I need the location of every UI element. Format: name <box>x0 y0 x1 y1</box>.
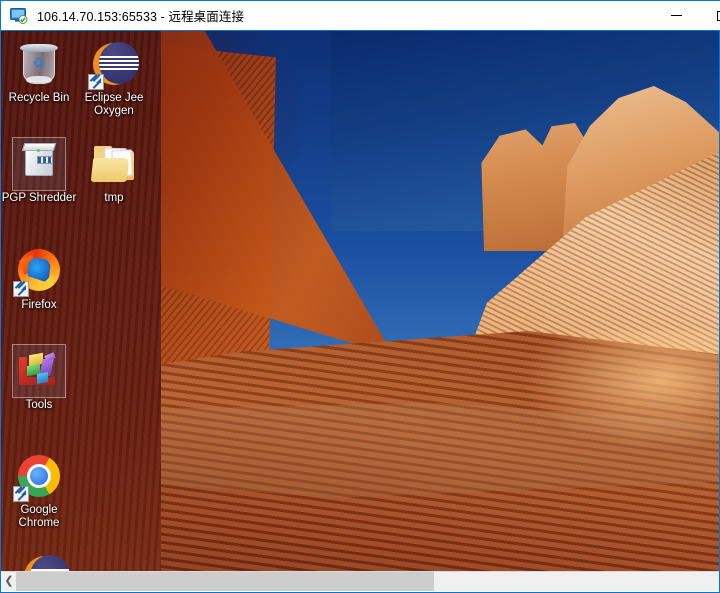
desktop-icon-tools[interactable]: Tools <box>1 344 77 412</box>
remote-desktop-icon <box>10 7 28 24</box>
window-title: 106.14.70.153:65533 - 远程桌面连接 <box>37 10 245 24</box>
google-chrome-icon <box>13 450 65 502</box>
tools-icon <box>12 344 66 398</box>
window-titlebar[interactable]: 106.14.70.153:65533 - 远程桌面连接 <box>1 0 720 31</box>
pgp-shredder-icon <box>12 137 66 191</box>
shortcut-arrow-icon <box>13 281 29 297</box>
desktop-icon-partially-visible[interactable] <box>19 551 71 571</box>
remote-desktop-canvas[interactable]: ♻ Recycle Bin Eclipse Jee Oxygen PGP Shr… <box>1 31 719 571</box>
desktop-icon-eclipse-jee-oxygen[interactable]: Eclipse Jee Oxygen <box>76 38 152 118</box>
firefox-icon <box>13 245 65 297</box>
desktop-icon-label: Tools <box>25 399 53 411</box>
horizontal-scrollbar[interactable]: ❮ <box>2 571 719 591</box>
desktop-icon-pgp-shredder[interactable]: PGP Shredder <box>1 137 77 205</box>
shortcut-arrow-icon <box>88 74 104 90</box>
desktop-icon-google-chrome[interactable]: Google Chrome <box>1 450 77 530</box>
desktop-icon-label: Eclipse Jee Oxygen <box>84 92 144 117</box>
minimize-icon <box>670 15 682 16</box>
folder-icon <box>88 138 140 190</box>
desktop-icon-label: Firefox <box>21 299 57 311</box>
recycle-bin-icon: ♻ <box>13 38 65 90</box>
desktop-icon-label: Google Chrome <box>18 504 60 529</box>
desktop-icon-tmp[interactable]: tmp <box>76 138 152 205</box>
desktop-icon-label: PGP Shredder <box>1 192 77 204</box>
remote-desktop-window: 106.14.70.153:65533 - 远程桌面连接 ♻ Recycle B… <box>0 0 720 593</box>
eclipse-icon-clipped <box>19 551 71 571</box>
minimize-button[interactable] <box>653 1 699 30</box>
desktop-icon-recycle-bin[interactable]: ♻ Recycle Bin <box>1 38 77 105</box>
shortcut-arrow-icon <box>13 486 29 502</box>
scrollbar-thumb[interactable] <box>16 572 434 591</box>
desktop-icon-label: tmp <box>104 192 124 204</box>
scroll-left-button[interactable]: ❮ <box>2 572 16 591</box>
wallpaper-light-glow <box>521 331 719 451</box>
desktop-icon-label: Recycle Bin <box>8 92 70 104</box>
desktop-icon-firefox[interactable]: Firefox <box>1 245 77 312</box>
eclipse-icon <box>88 38 140 90</box>
restore-button[interactable] <box>699 1 720 30</box>
